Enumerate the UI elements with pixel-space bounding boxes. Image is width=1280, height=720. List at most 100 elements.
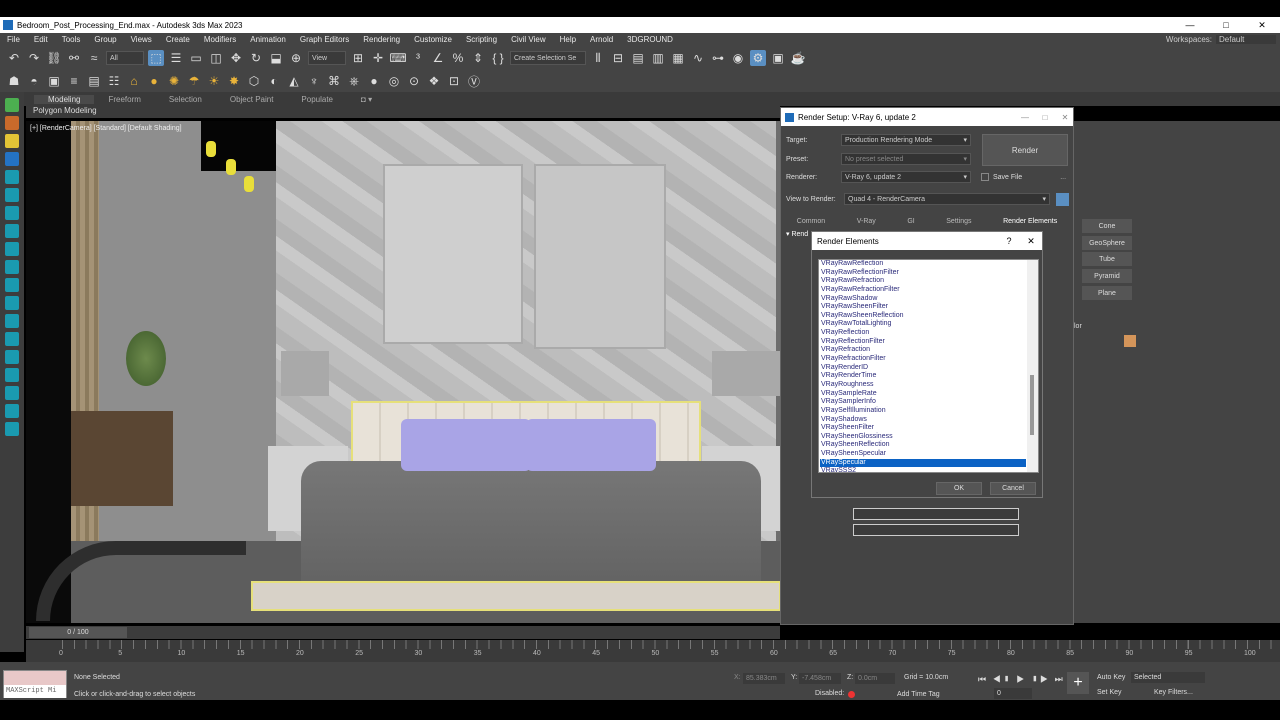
select-by-name-icon[interactable]: ☰ xyxy=(168,50,184,66)
list-item[interactable]: VRayRoughness xyxy=(820,381,1026,390)
menu-file[interactable]: File xyxy=(0,35,27,44)
tab-vray[interactable]: V-Ray xyxy=(857,218,876,225)
vray-tools-icon[interactable]: ≡ xyxy=(66,73,82,89)
list-item[interactable]: VRaySamplerInfo xyxy=(820,398,1026,407)
vray-frame-buffer-icon[interactable]: ▣ xyxy=(46,73,62,89)
tab-freeform[interactable]: Freeform xyxy=(94,95,154,104)
menu-create[interactable]: Create xyxy=(159,35,197,44)
rectangular-selection-icon[interactable]: ▭ xyxy=(188,50,204,66)
menu-customize[interactable]: Customize xyxy=(407,35,459,44)
vray-scene-converter-icon[interactable]: ⊙ xyxy=(406,73,422,89)
viewport-render-camera[interactable]: [+] [RenderCamera] [Standard] [Default S… xyxy=(26,121,780,623)
toggle-scene-explorer-icon[interactable]: ▤ xyxy=(630,50,646,66)
vray-clipper-icon[interactable]: ⌘ xyxy=(326,73,342,89)
tab-modeling[interactable]: Modeling xyxy=(34,94,95,104)
save-file-checkbox[interactable] xyxy=(981,173,989,181)
key-mode-dropdown[interactable]: Selected xyxy=(1131,672,1205,683)
snap-toggle-icon[interactable]: ³ xyxy=(410,50,426,66)
maxscript-input[interactable]: MAXScript Mi xyxy=(4,685,66,698)
element-path-field[interactable] xyxy=(853,524,1019,536)
list-item[interactable]: VRayReflectionFilter xyxy=(820,338,1026,347)
window-crossing-icon[interactable]: ◫ xyxy=(208,50,224,66)
view-to-render-dropdown[interactable]: Quad 4 - RenderCamera ▾ xyxy=(844,193,1050,205)
pyramid-icon[interactable] xyxy=(5,242,19,256)
grid-icon[interactable] xyxy=(5,386,19,400)
render-elements-rollout[interactable]: ▾ Rend xyxy=(786,230,808,238)
vray-sphere-icon[interactable]: ◐ xyxy=(266,73,282,89)
list-item[interactable]: VRayRawReflection xyxy=(820,260,1026,269)
list-item[interactable]: VRaySampleRate xyxy=(820,390,1026,399)
rotate-icon[interactable]: ↻ xyxy=(248,50,264,66)
menu-graph-editors[interactable]: Graph Editors xyxy=(293,35,356,44)
list-item[interactable]: VRaySheenSpecular xyxy=(820,450,1026,459)
renderer-dropdown[interactable]: V-Ray 6, update 2 ▾ xyxy=(841,171,971,183)
list-item[interactable]: VRayRefraction xyxy=(820,346,1026,355)
cancel-button[interactable]: Cancel xyxy=(990,482,1036,495)
bulb-icon[interactable] xyxy=(5,206,19,220)
tab-settings[interactable]: Settings xyxy=(946,218,971,225)
select-object-icon[interactable]: ⬚ xyxy=(148,50,164,66)
list-item[interactable]: VRayShadows xyxy=(820,416,1026,425)
tab-selection[interactable]: Selection xyxy=(155,95,216,104)
screen-icon[interactable] xyxy=(5,368,19,382)
link-icon[interactable]: ⛓ xyxy=(46,50,62,66)
add-time-tag[interactable]: Add Time Tag xyxy=(897,691,940,698)
named-selection-set-dropdown[interactable]: Create Selection Se xyxy=(510,51,586,65)
render-setup-maximize[interactable]: □ xyxy=(1037,113,1053,122)
menu-scripting[interactable]: Scripting xyxy=(459,35,504,44)
menu-rendering[interactable]: Rendering xyxy=(356,35,407,44)
vray-asset-editor-icon[interactable]: ▤ xyxy=(86,73,102,89)
workspaces-dropdown[interactable]: Default xyxy=(1216,35,1276,44)
save-file-browse[interactable]: ... xyxy=(1060,174,1066,181)
tube-button[interactable]: Tube xyxy=(1082,252,1132,266)
plane-button[interactable]: Plane xyxy=(1082,286,1132,300)
teapot-icon[interactable] xyxy=(5,170,19,184)
curve-editor-icon[interactable]: ∿ xyxy=(690,50,706,66)
warning-icon[interactable] xyxy=(5,134,19,148)
render-production-icon[interactable]: ☕ xyxy=(790,50,806,66)
menu-views[interactable]: Views xyxy=(124,35,159,44)
spinner-snap-icon[interactable]: ⇕ xyxy=(470,50,486,66)
menu-help[interactable]: Help xyxy=(553,35,583,44)
minimize-button[interactable]: — xyxy=(1172,20,1208,30)
pyramid-button[interactable]: Pyramid xyxy=(1082,269,1132,283)
vray-sun-icon[interactable]: ☀ xyxy=(206,73,222,89)
vray-sky-icon[interactable]: ✸ xyxy=(226,73,242,89)
list-item[interactable]: VRaySheenReflection xyxy=(820,441,1026,450)
vray-fur-icon[interactable]: ♆ xyxy=(306,73,322,89)
ok-button[interactable]: OK xyxy=(936,482,982,495)
render-elements-list[interactable]: VRayRawReflection VRayRawReflectionFilter… xyxy=(818,259,1039,473)
menu-animation[interactable]: Animation xyxy=(243,35,293,44)
hammer-icon[interactable] xyxy=(5,260,19,274)
vray-ambient-light-icon[interactable]: ☂ xyxy=(186,73,202,89)
menu-3dground[interactable]: 3DGROUND xyxy=(620,35,680,44)
list-item[interactable]: VRayRefractionFilter xyxy=(820,355,1026,364)
vray-light-icon[interactable]: ⌂ xyxy=(126,73,142,89)
render-setup-close[interactable]: ✕ xyxy=(1057,113,1073,122)
key-filters-button[interactable]: Key Filters... xyxy=(1154,689,1193,696)
close-button[interactable]: ✕ xyxy=(1244,20,1280,31)
auto-key-button[interactable]: Auto Key xyxy=(1097,674,1125,681)
move-icon[interactable]: ✥ xyxy=(228,50,244,66)
vray-decal-icon[interactable]: ⎈ xyxy=(346,73,362,89)
tab-common[interactable]: Common xyxy=(797,218,825,225)
vray-logo-icon[interactable]: Ⓥ xyxy=(466,73,482,89)
rendered-frame-window-icon[interactable]: ▣ xyxy=(770,50,786,66)
angle-snap-icon[interactable]: ∠ xyxy=(430,50,446,66)
list-item[interactable]: VRayRenderTime xyxy=(820,372,1026,381)
vray-light-lister-icon[interactable]: ☷ xyxy=(106,73,122,89)
time-slider[interactable]: 0 / 100 xyxy=(26,626,780,639)
menu-modifiers[interactable]: Modifiers xyxy=(197,35,243,44)
list-item[interactable]: VRaySheenFilter xyxy=(820,424,1026,433)
tab-populate[interactable]: Populate xyxy=(287,95,347,104)
gear-icon[interactable] xyxy=(5,224,19,238)
menu-arnold[interactable]: Arnold xyxy=(583,35,620,44)
list-item[interactable]: VRaySpecular xyxy=(820,458,1026,468)
vray-chaos-scatter-icon[interactable]: ⊡ xyxy=(446,73,462,89)
redo-icon[interactable]: ↷ xyxy=(26,50,42,66)
list-item[interactable]: VRayRawRefraction xyxy=(820,277,1026,286)
element-name-field[interactable] xyxy=(853,508,1019,520)
list-item[interactable]: VRayRawSheenFilter xyxy=(820,303,1026,312)
list-scrollbar[interactable] xyxy=(1027,260,1038,472)
ribbon-panel-polygon-modeling[interactable]: Polygon Modeling xyxy=(26,106,780,118)
